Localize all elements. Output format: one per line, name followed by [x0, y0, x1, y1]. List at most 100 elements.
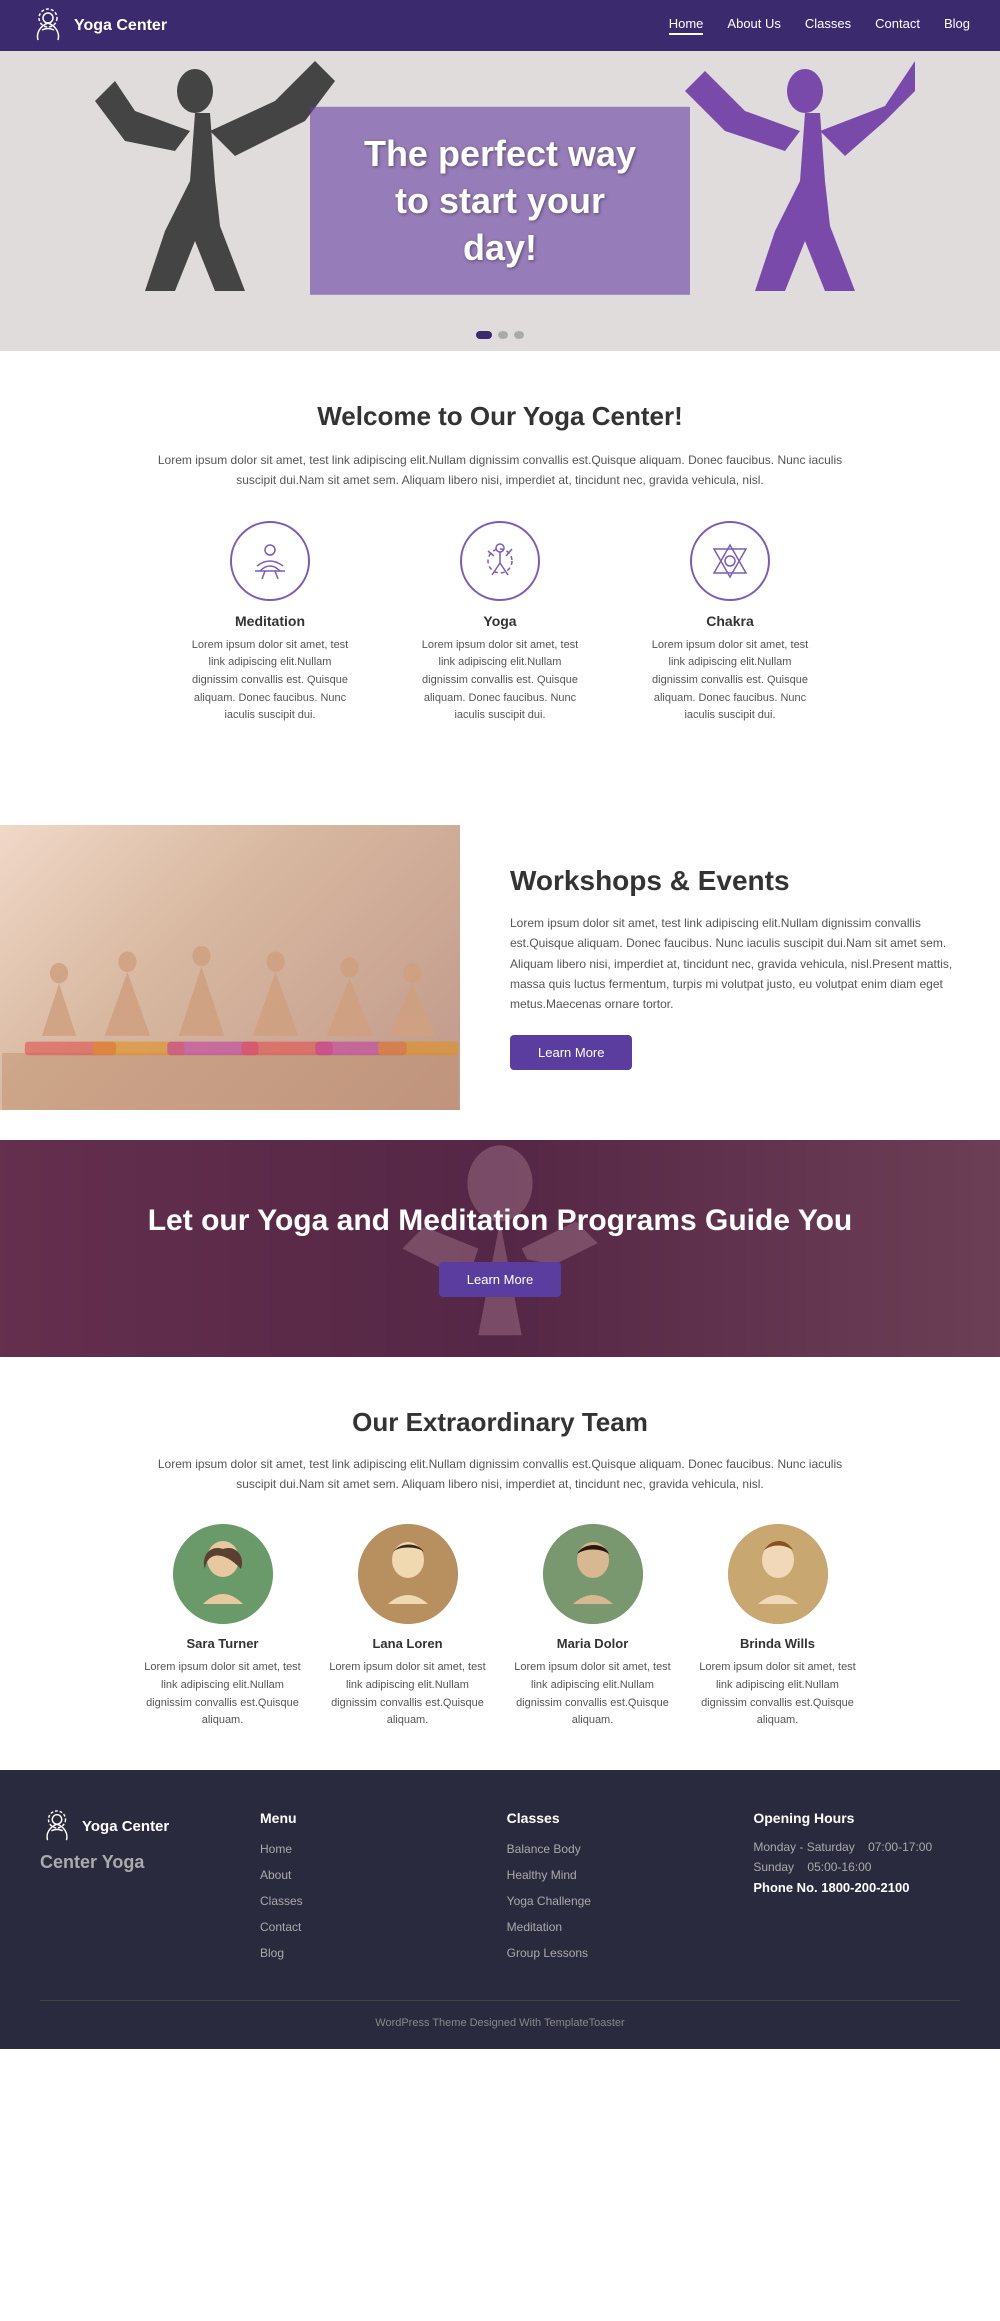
member-4-text: Lorem ipsum dolor sit amet, test link ad…	[695, 1659, 860, 1729]
team-member-2: Lana Loren Lorem ipsum dolor sit amet, t…	[325, 1524, 490, 1729]
member-2-name: Lana Loren	[325, 1636, 490, 1651]
avatar-brinda-img	[728, 1524, 828, 1624]
member-4-name: Brinda Wills	[695, 1636, 860, 1651]
footer-class-yoga[interactable]: Yoga Challenge	[507, 1894, 591, 1908]
team-member-1: Sara Turner Lorem ipsum dolor sit amet, …	[140, 1524, 305, 1729]
chakra-icon	[710, 541, 750, 581]
workshop-group-svg	[0, 825, 460, 1110]
logo-text: Yoga Center	[74, 17, 167, 35]
footer-bottom: WordPress Theme Designed With TemplateTo…	[40, 2000, 960, 2029]
welcome-section: Welcome to Our Yoga Center! Lorem ipsum …	[0, 351, 1000, 795]
team-members-grid: Sara Turner Lorem ipsum dolor sit amet, …	[50, 1524, 950, 1729]
footer-menu-about[interactable]: About	[260, 1868, 291, 1882]
welcome-description: Lorem ipsum dolor sit amet, test link ad…	[150, 450, 850, 491]
nav-contact[interactable]: Contact	[875, 16, 920, 35]
hero-dots[interactable]	[476, 331, 524, 339]
avatar-brinda	[728, 1524, 828, 1624]
nav-classes[interactable]: Classes	[805, 16, 851, 35]
footer-weekday-hours: 07:00-17:00	[868, 1840, 932, 1854]
avatar-sara	[173, 1524, 273, 1624]
footer: Yoga Center Center Yoga Menu Home About …	[0, 1770, 1000, 2049]
banner-section: Let our Yoga and Meditation Programs Gui…	[0, 1140, 1000, 1357]
avatar-lana	[358, 1524, 458, 1624]
footer-weekday-row: Monday - Saturday 07:00-17:00	[753, 1840, 960, 1854]
avatar-maria	[543, 1524, 643, 1624]
footer-sunday-row: Sunday 05:00-16:00	[753, 1860, 960, 1874]
footer-copyright: WordPress Theme Designed With TemplateTo…	[375, 2017, 624, 2029]
meditation-text: Lorem ipsum dolor sit amet, test link ad…	[185, 637, 355, 725]
hero-dot-2[interactable]	[498, 331, 508, 339]
team-description: Lorem ipsum dolor sit amet, test link ad…	[150, 1454, 850, 1495]
hero-title: The perfect way to start your day!	[358, 131, 642, 271]
footer-menu-contact[interactable]: Contact	[260, 1920, 301, 1934]
member-1-name: Sara Turner	[140, 1636, 305, 1651]
team-member-4: Brinda Wills Lorem ipsum dolor sit amet,…	[695, 1524, 860, 1729]
member-2-text: Lorem ipsum dolor sit amet, test link ad…	[325, 1659, 490, 1729]
footer-menu-heading: Menu	[260, 1810, 467, 1826]
workshops-learn-more-button[interactable]: Learn More	[510, 1035, 632, 1070]
footer-top: Yoga Center Center Yoga Menu Home About …	[40, 1810, 960, 1970]
member-3-name: Maria Dolor	[510, 1636, 675, 1651]
footer-classes-col: Classes Balance Body Healthy Mind Yoga C…	[507, 1810, 714, 1970]
footer-menu-list: Home About Classes Contact Blog	[260, 1840, 467, 1962]
avatar-sara-img	[173, 1524, 273, 1624]
footer-sunday-hours: 05:00-16:00	[807, 1860, 871, 1874]
avatar-maria-img	[543, 1524, 643, 1624]
avatar-lana-img	[358, 1524, 458, 1624]
chakra-icon-circle	[690, 521, 770, 601]
banner-learn-more-button[interactable]: Learn More	[439, 1262, 561, 1297]
workshops-heading: Workshops & Events	[510, 865, 960, 897]
meditation-icon	[250, 541, 290, 581]
nav-blog[interactable]: Blog	[944, 16, 970, 35]
footer-classes-heading: Classes	[507, 1810, 714, 1826]
footer-sunday-label: Sunday	[753, 1860, 794, 1874]
footer-class-healthy[interactable]: Healthy Mind	[507, 1868, 577, 1882]
logo[interactable]: Yoga Center	[30, 8, 167, 44]
yoga-icon	[480, 541, 520, 581]
footer-logo-col: Yoga Center Center Yoga	[40, 1810, 220, 1970]
yoga-text: Lorem ipsum dolor sit amet, test link ad…	[415, 637, 585, 725]
nav-home[interactable]: Home	[669, 16, 704, 35]
feature-chakra: Chakra Lorem ipsum dolor sit amet, test …	[645, 521, 815, 755]
nav-links: Home About Us Classes Contact Blog	[669, 16, 970, 35]
team-heading: Our Extraordinary Team	[50, 1407, 950, 1438]
feature-yoga: Yoga Lorem ipsum dolor sit amet, test li…	[415, 521, 585, 755]
navbar: Yoga Center Home About Us Classes Contac…	[0, 0, 1000, 51]
features-grid: Meditation Lorem ipsum dolor sit amet, t…	[60, 521, 940, 755]
banner-heading: Let our Yoga and Meditation Programs Gui…	[148, 1200, 853, 1242]
workshops-text: Lorem ipsum dolor sit amet, test link ad…	[510, 913, 960, 1015]
hero-dot-active[interactable]	[476, 331, 492, 339]
meditation-title: Meditation	[185, 613, 355, 629]
footer-logo-text: Yoga Center	[82, 1818, 169, 1835]
hero-text-box: The perfect way to start your day!	[310, 107, 690, 295]
footer-menu-blog[interactable]: Blog	[260, 1946, 284, 1960]
feature-meditation: Meditation Lorem ipsum dolor sit amet, t…	[185, 521, 355, 755]
team-section: Our Extraordinary Team Lorem ipsum dolor…	[0, 1357, 1000, 1770]
welcome-heading: Welcome to Our Yoga Center!	[60, 401, 940, 432]
meditation-icon-circle	[230, 521, 310, 601]
team-member-3: Maria Dolor Lorem ipsum dolor sit amet, …	[510, 1524, 675, 1729]
yoga-title: Yoga	[415, 613, 585, 629]
member-3-text: Lorem ipsum dolor sit amet, test link ad…	[510, 1659, 675, 1729]
footer-class-balance[interactable]: Balance Body	[507, 1842, 581, 1856]
workshops-content: Workshops & Events Lorem ipsum dolor sit…	[460, 825, 1000, 1110]
footer-menu-col: Menu Home About Classes Contact Blog	[260, 1810, 467, 1970]
footer-phone: Phone No. 1800-200-2100	[753, 1880, 960, 1895]
footer-hours-col: Opening Hours Monday - Saturday 07:00-17…	[753, 1810, 960, 1970]
chakra-title: Chakra	[645, 613, 815, 629]
footer-weekday-label: Monday - Saturday	[753, 1840, 854, 1854]
footer-menu-home[interactable]: Home	[260, 1842, 292, 1856]
footer-logo-icon	[40, 1810, 74, 1844]
footer-tagline: Center Yoga	[40, 1852, 144, 1873]
workshops-section: Workshops & Events Lorem ipsum dolor sit…	[0, 825, 1000, 1110]
hero-section: The perfect way to start your day!	[0, 51, 1000, 351]
footer-classes-list: Balance Body Healthy Mind Yoga Challenge…	[507, 1840, 714, 1962]
footer-hours-heading: Opening Hours	[753, 1810, 960, 1826]
footer-class-meditation[interactable]: Meditation	[507, 1920, 562, 1934]
footer-logo-inner: Yoga Center	[40, 1810, 169, 1844]
nav-about[interactable]: About Us	[727, 16, 780, 35]
hero-dot-3[interactable]	[514, 331, 524, 339]
footer-class-group[interactable]: Group Lessons	[507, 1946, 588, 1960]
banner-bg-svg	[0, 1140, 1000, 1357]
footer-menu-classes[interactable]: Classes	[260, 1894, 303, 1908]
